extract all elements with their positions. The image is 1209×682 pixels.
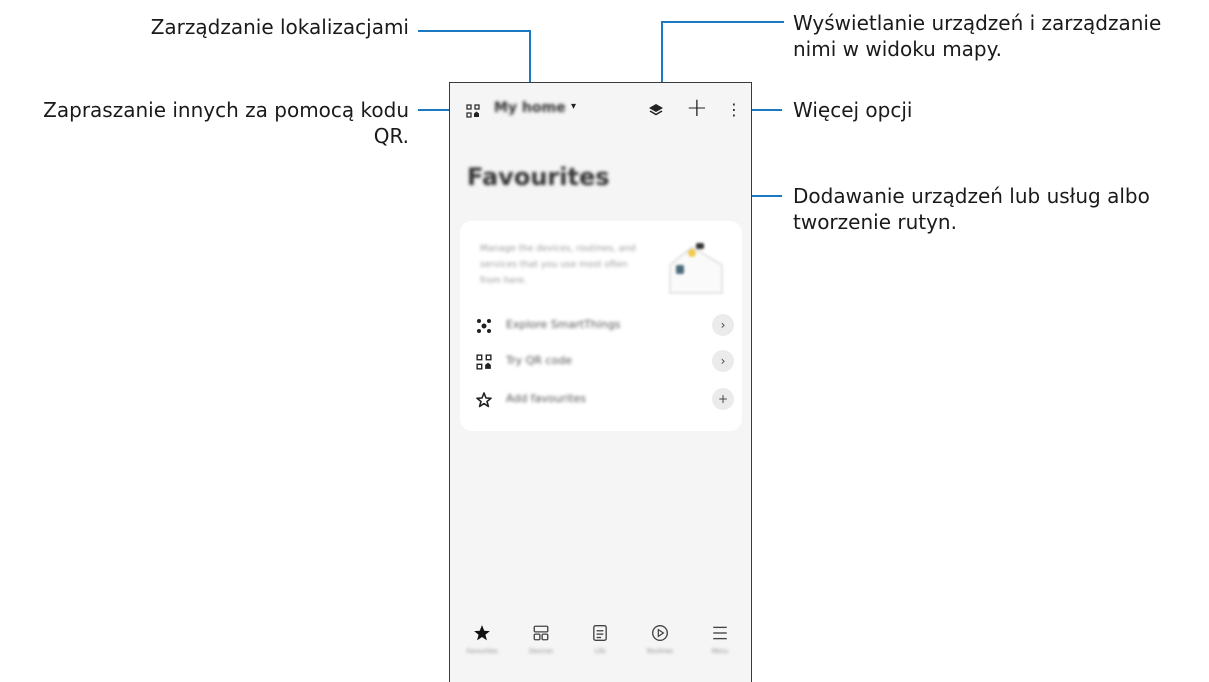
callout-add-line2: tworzenie rutyn. (793, 210, 957, 234)
nav-label: Favourites (466, 648, 498, 655)
star-outline-icon (476, 392, 492, 408)
chevron-right-icon[interactable]: › (712, 350, 734, 372)
top-app-bar: My home ▾ + ⋮ (450, 83, 751, 143)
nav-label: Routines (646, 648, 673, 655)
home-illustration-icon (669, 243, 723, 294)
list-item-label: Add favourites (506, 392, 587, 405)
list-item-label: Try QR code (506, 354, 572, 367)
card-description: Manage the devices, routines, and servic… (480, 244, 636, 286)
devices-icon (533, 625, 549, 641)
nav-label: Menu (711, 648, 729, 655)
nav-label: Devices (529, 648, 553, 655)
list-item-label: Explore SmartThings (506, 318, 621, 331)
chevron-right-icon[interactable]: › (712, 314, 734, 336)
favourites-card: Manage the devices, routines, and servic… (460, 221, 742, 431)
bottom-navigation: Favourites Devices Life Routines Menu (450, 616, 751, 682)
nav-tab-favourites[interactable]: Favourites (462, 624, 502, 655)
add-button[interactable]: + (686, 93, 708, 123)
qr-code-icon (466, 104, 480, 118)
nav-tab-life[interactable]: Life (580, 624, 620, 655)
routines-icon (652, 625, 668, 641)
plus-icon[interactable]: + (712, 388, 734, 410)
chevron-down-icon[interactable]: ▾ (571, 101, 576, 112)
callout-invite-qr-line1: Zapraszanie innych za pomocą kodu (43, 98, 409, 122)
page-title: Favourites (467, 163, 610, 191)
qr-code-icon (476, 354, 492, 370)
nav-label: Life (594, 648, 606, 655)
menu-icon (713, 626, 727, 640)
callout-invite-qr-line2: QR. (373, 124, 409, 148)
smartthings-icon (477, 319, 491, 333)
list-item-explore[interactable]: Explore SmartThings › (476, 314, 734, 338)
map-view-button[interactable] (648, 102, 664, 118)
list-item-add-favourites[interactable]: Add favourites + (476, 388, 734, 412)
callout-more-options: Więcej opcji (793, 98, 913, 122)
location-selector[interactable]: My home (494, 100, 566, 116)
map-layers-icon (649, 104, 663, 116)
callout-map-view-line2: nimi w widoku mapy. (793, 37, 1002, 61)
callout-manage-locations: Zarządzanie lokalizacjami (150, 15, 409, 39)
nav-tab-menu[interactable]: Menu (700, 624, 740, 655)
life-icon (593, 625, 607, 641)
more-options-button[interactable]: ⋮ (726, 101, 742, 119)
invite-qr-button[interactable] (466, 103, 480, 118)
callout-add-line1: Dodawanie urządzeń lub usług albo (793, 184, 1150, 208)
nav-tab-devices[interactable]: Devices (521, 624, 561, 655)
phone-screen: My home ▾ + ⋮ Favourites Manage the devi… (449, 82, 752, 682)
star-filled-icon (474, 625, 490, 641)
callout-map-view-line1: Wyświetlanie urządzeń i zarządzanie (793, 11, 1162, 35)
nav-tab-routines[interactable]: Routines (640, 624, 680, 655)
list-item-try-qr[interactable]: Try QR code › (476, 350, 734, 374)
